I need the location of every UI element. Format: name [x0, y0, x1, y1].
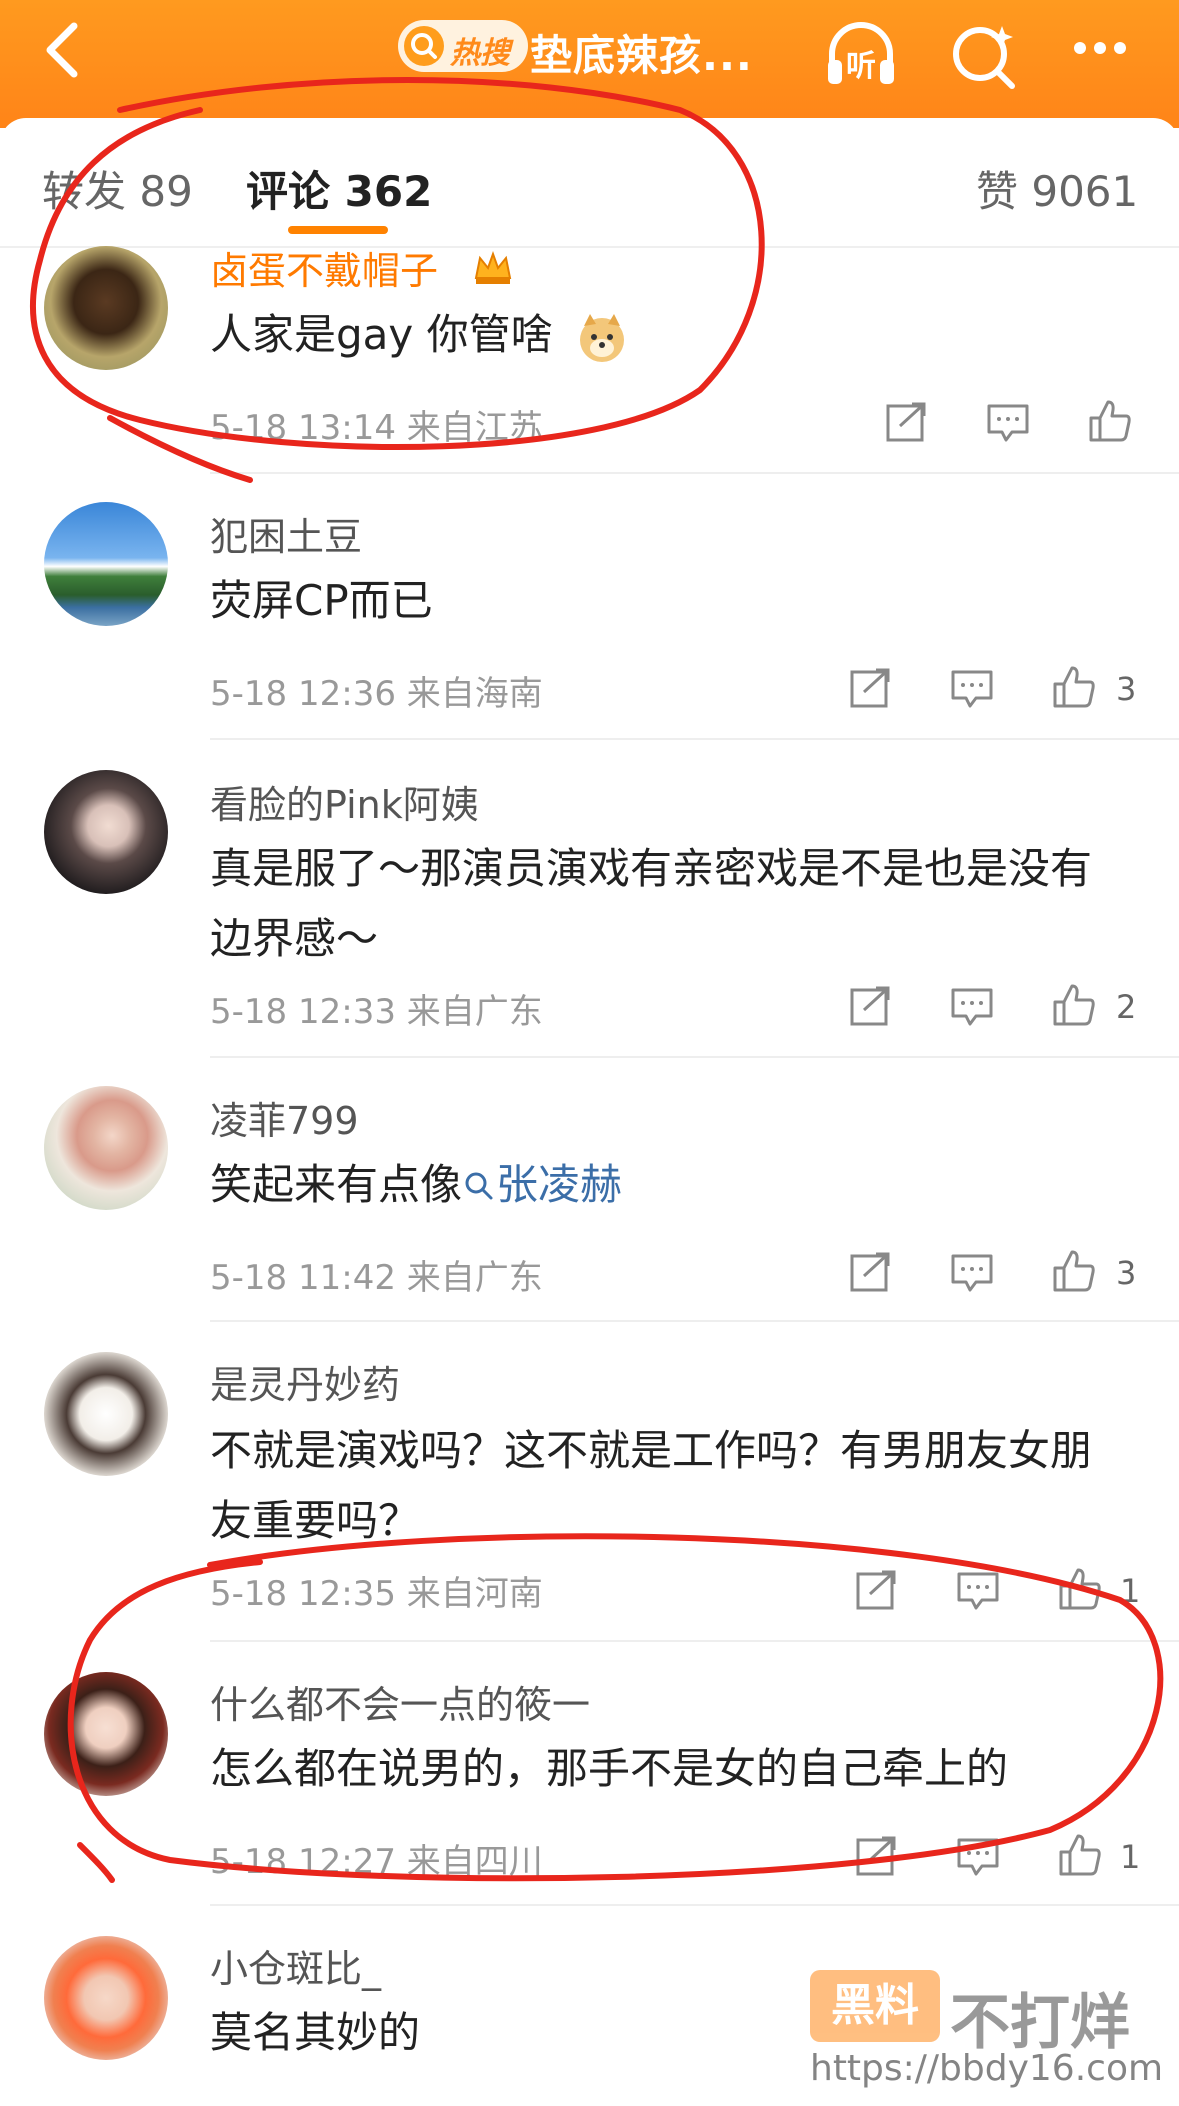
comment-meta: 5-18 11:42 来自广东: [210, 1258, 543, 1298]
search-icon: [404, 26, 444, 66]
comment-text: 荧屏CP而已: [210, 576, 433, 625]
divider: [210, 1056, 1179, 1058]
like-count: 2: [1116, 988, 1137, 1026]
tab-comments[interactable]: 评论 362: [246, 158, 432, 219]
watermark-brand: 黑料: [810, 1970, 940, 2042]
avatar[interactable]: [44, 1352, 168, 1476]
divider: [210, 738, 1179, 740]
reply-icon[interactable]: [956, 1834, 1000, 1878]
avatar[interactable]: [44, 1086, 168, 1210]
like-icon[interactable]: [1058, 1832, 1102, 1876]
topic-link[interactable]: 张凌赫: [462, 1160, 622, 1209]
listen-label: 听: [846, 49, 876, 84]
comment-meta: 5-18 12:27 来自四川: [210, 1842, 543, 1882]
divider: [210, 472, 1179, 474]
like-icon[interactable]: [1052, 1248, 1096, 1292]
share-icon[interactable]: [854, 1834, 898, 1878]
username[interactable]: 什么都不会一点的筱一: [210, 1674, 590, 1729]
comment-meta: 5-18 13:14 来自江苏: [210, 408, 543, 448]
reply-icon[interactable]: [956, 1568, 1000, 1612]
doge-emoji-icon: [579, 313, 624, 362]
share-icon[interactable]: [854, 1568, 898, 1612]
comment-meta: 5-18 12:33 来自广东: [210, 992, 543, 1032]
comment-text: 不就是演戏吗？这不就是工作吗？有男朋友女朋友重要吗？: [210, 1426, 1093, 1545]
share-icon[interactable]: [884, 400, 928, 444]
avatar[interactable]: [44, 1936, 168, 2060]
tab-likes[interactable]: 赞 9061: [976, 158, 1138, 219]
hot-search-label: 热搜: [450, 36, 510, 71]
more-options-icon[interactable]: [1064, 14, 1146, 96]
headphones-icon[interactable]: 听: [820, 14, 902, 96]
magic-search-icon[interactable]: [944, 14, 1026, 96]
watermark: 黑料 不打烊 https://bbdy16.com: [810, 1970, 1164, 2090]
share-icon[interactable]: [848, 1250, 892, 1294]
crown-badge-icon: [474, 251, 512, 284]
divider: [210, 1904, 1179, 1906]
like-count: 3: [1116, 670, 1137, 708]
reply-icon[interactable]: [950, 984, 994, 1028]
comment-text: 真是服了～那演员演戏有亲密戏是不是也是没有边界感～: [210, 844, 1093, 963]
like-icon[interactable]: [1088, 398, 1132, 442]
comment-text: 怎么都在说男的，那手不是女的自己牵上的: [210, 1744, 1009, 1793]
comment-meta: 5-18 12:36 来自海南: [210, 674, 543, 714]
like-count: 3: [1116, 1254, 1137, 1292]
like-count: 1: [1120, 1838, 1141, 1876]
username[interactable]: 凌菲799: [210, 1090, 359, 1145]
comment-meta: 5-18 12:35 来自河南: [210, 1574, 543, 1614]
page-title: 垫底辣孩...: [530, 31, 753, 80]
watermark-url: https://bbdy16.com: [810, 2048, 1164, 2089]
username[interactable]: 是灵丹妙药: [210, 1354, 400, 1409]
back-arrow-icon[interactable]: [34, 14, 94, 86]
divider: [210, 1640, 1179, 1642]
tab-repost[interactable]: 转发 89: [42, 158, 193, 219]
username[interactable]: 看脸的Pink阿姨: [210, 774, 479, 829]
username[interactable]: 犯困土豆: [210, 506, 362, 561]
active-tab-indicator: [288, 226, 388, 234]
username[interactable]: 卤蛋不戴帽子: [210, 240, 438, 295]
avatar[interactable]: [44, 502, 168, 626]
reply-icon[interactable]: [986, 400, 1030, 444]
like-icon[interactable]: [1052, 664, 1096, 708]
comment-text: 人家是gay 你管啥: [210, 300, 1130, 370]
like-icon[interactable]: [1058, 1566, 1102, 1610]
avatar[interactable]: [44, 770, 168, 894]
avatar[interactable]: [44, 1672, 168, 1796]
reply-icon[interactable]: [950, 1250, 994, 1294]
top-bar: 热搜 垫底辣孩... 听: [0, 0, 1179, 128]
avatar[interactable]: [44, 246, 168, 370]
like-count: 1: [1120, 1572, 1141, 1610]
divider: [210, 1320, 1179, 1322]
share-icon[interactable]: [848, 984, 892, 1028]
reply-icon[interactable]: [950, 666, 994, 710]
share-icon[interactable]: [848, 666, 892, 710]
username[interactable]: 小仓斑比_: [210, 1938, 381, 1993]
comment-text: 笑起来有点像 张凌赫: [210, 1160, 623, 1209]
hot-search-badge[interactable]: 热搜: [398, 20, 528, 72]
search-icon: [465, 1172, 493, 1200]
like-icon[interactable]: [1052, 982, 1096, 1026]
comment-tabs: 转发 89 评论 362 赞 9061: [0, 118, 1179, 248]
